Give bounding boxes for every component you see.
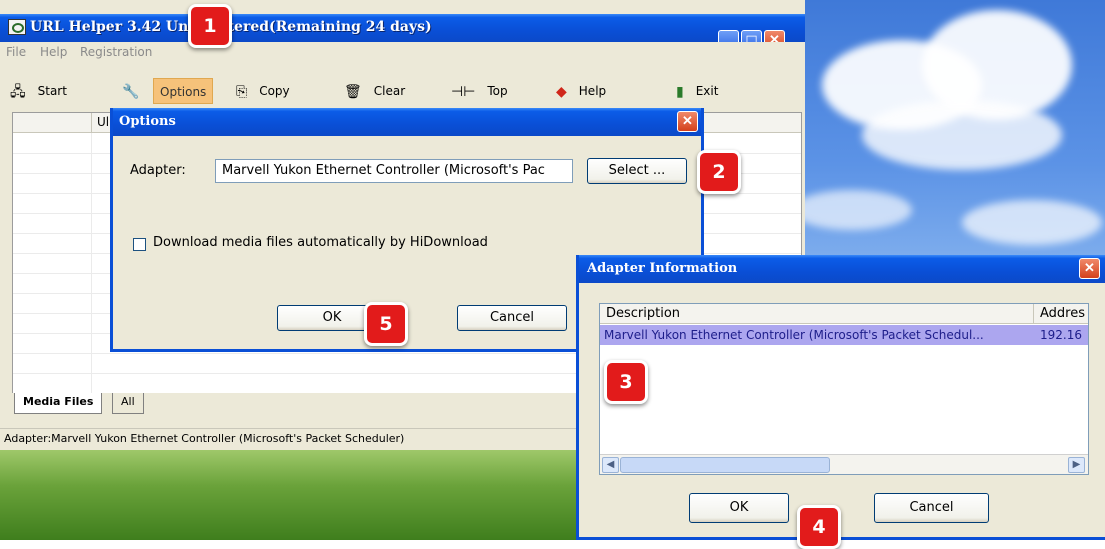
callout-badge-4: 4 — [797, 505, 841, 549]
options-close-button[interactable]: ✕ — [677, 111, 698, 132]
trash-icon: 🗑 — [344, 83, 362, 100]
adapter-close-button[interactable]: ✕ — [1079, 258, 1100, 279]
download-media-checkbox[interactable] — [133, 238, 146, 251]
help-button[interactable]: ◆ Help — [556, 78, 606, 104]
url-column-header[interactable]: Ul — [97, 115, 109, 129]
exit-label: Exit — [695, 84, 719, 98]
copy-button[interactable]: ⎘ Copy — [236, 78, 290, 104]
toolbar: 🖧 Start 🔧 Options ⎘ Copy 🗑 Clear ⊣⊢ Top ◆ Hel… — [0, 70, 805, 110]
adapter-field[interactable]: Marvell Yukon Ethernet Controller (Micro… — [215, 159, 573, 183]
adapter-ok-button[interactable]: OK — [689, 493, 789, 523]
tab-all[interactable]: All — [112, 393, 144, 414]
door-icon: ▮ — [676, 83, 684, 100]
options-cancel-button[interactable]: Cancel — [457, 305, 567, 331]
options-title: Options — [119, 114, 176, 129]
adapter-row-description: Marvell Yukon Ethernet Controller (Micro… — [604, 328, 984, 342]
menu-help[interactable]: Help — [40, 45, 67, 59]
copy-label: Copy — [259, 84, 290, 98]
adapter-label: Adapter: — [130, 163, 186, 178]
pin-icon: ⊣⊢ — [451, 83, 476, 100]
clear-button[interactable]: 🗑 Clear — [344, 78, 405, 104]
start-label: Start — [37, 84, 67, 98]
callout-badge-5: 5 — [364, 302, 408, 346]
tab-media-files[interactable]: Media Files — [14, 393, 103, 414]
network-icon: 🖧 — [10, 83, 26, 100]
adapter-information-dialog: Adapter Information ✕ Description Addres… — [576, 255, 1105, 540]
menu-file[interactable]: File — [6, 45, 26, 59]
options-wrench-button[interactable]: 🔧 — [122, 78, 151, 104]
copy-icon: ⎘ — [236, 83, 248, 100]
clear-label: Clear — [373, 84, 406, 98]
desktop-wallpaper-grass — [0, 450, 580, 540]
column-divider — [91, 113, 92, 133]
description-column-header[interactable]: Description — [606, 306, 680, 321]
adapter-titlebar[interactable]: Adapter Information ✕ — [579, 255, 1105, 283]
options-button[interactable]: Options — [153, 78, 214, 104]
main-titlebar[interactable]: URL Helper 3.42 Unregistered(Remaining 2… — [0, 14, 805, 51]
start-button[interactable]: 🖧 Start — [10, 78, 67, 104]
adapter-list-header: Description Addres — [600, 304, 1088, 324]
adapter-list[interactable]: Description Addres Marvell Yukon Etherne… — [599, 303, 1089, 475]
help-label: Help — [578, 84, 607, 98]
menubar: File Help Registration — [0, 42, 805, 62]
menu-registration[interactable]: Registration — [80, 45, 152, 59]
wrench-icon: 🔧 — [122, 83, 140, 100]
options-label: Options — [160, 85, 207, 99]
adapter-cancel-button[interactable]: Cancel — [874, 493, 989, 523]
column-divider — [1033, 304, 1034, 324]
adapter-dialog-title: Adapter Information — [587, 261, 738, 276]
scroll-thumb[interactable] — [620, 457, 830, 473]
address-column-header[interactable]: Addres — [1040, 306, 1085, 321]
adapter-row-address: 192.16 — [1040, 328, 1082, 342]
exit-button[interactable]: ▮ Exit — [676, 78, 718, 104]
top-button[interactable]: ⊣⊢ Top — [451, 78, 508, 104]
top-label: Top — [487, 84, 508, 98]
horizontal-scrollbar[interactable]: ◀ ▶ — [600, 454, 1088, 474]
scroll-right-button[interactable]: ▶ — [1068, 457, 1085, 473]
callout-badge-3: 3 — [604, 360, 648, 404]
app-logo-icon — [8, 19, 26, 35]
adapter-row[interactable]: Marvell Yukon Ethernet Controller (Micro… — [600, 325, 1088, 345]
scroll-left-button[interactable]: ◀ — [602, 457, 619, 473]
book-icon: ◆ — [556, 83, 567, 100]
options-titlebar[interactable]: Options ✕ — [113, 108, 701, 136]
callout-badge-1: 1 — [188, 4, 232, 48]
select-button[interactable]: Select ... — [587, 158, 687, 184]
download-media-label: Download media files automatically by Hi… — [153, 235, 488, 250]
callout-badge-2: 2 — [697, 150, 741, 194]
